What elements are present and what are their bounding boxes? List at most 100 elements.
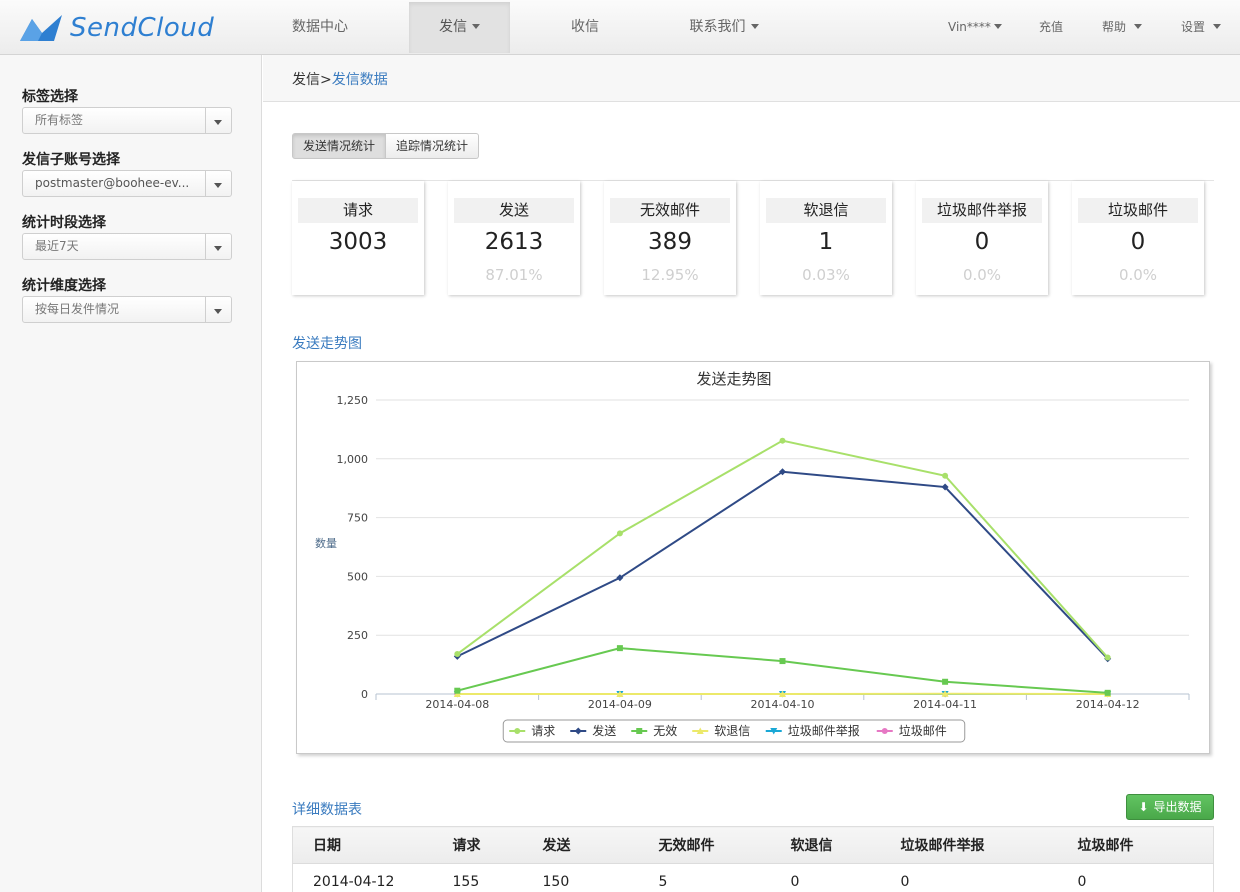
y-axis-label: 数量 (315, 537, 337, 550)
nav-label: 收信 (571, 19, 599, 35)
data-point (779, 658, 786, 665)
dropdown-toggle[interactable] (205, 108, 231, 133)
stat-value: 389 (648, 229, 692, 255)
col-spam[interactable]: 垃圾邮件 (1077, 826, 1214, 864)
dimension-select-value: 按每日发件情况 (35, 302, 120, 316)
tag-select-value: 所有标签 (35, 113, 84, 127)
legend-label: 垃圾邮件举报 (788, 723, 860, 738)
col-requests[interactable]: 请求 (452, 826, 543, 864)
settings-menu[interactable]: 设置 (1181, 2, 1222, 53)
cell-spam-reports: 0 (900, 874, 910, 890)
trend-chart-svg: 发送走势图 0 250 500 750 1,000 1,250 2014-04-08 2014… (315, 370, 1190, 743)
legend-label: 发送 (592, 723, 616, 738)
cell-invalid: 5 (658, 874, 668, 890)
x-tick-label: 2014-04-08 (425, 698, 489, 711)
period-select[interactable]: 最近7天 (22, 233, 232, 260)
stats-tab-group: 发送情况统计 追踪情况统计 (292, 133, 480, 159)
stat-label: 垃圾邮件 (1078, 198, 1198, 223)
legend-marker (881, 728, 888, 734)
stat-card-spam: 垃圾邮件 0 0.0% (1072, 181, 1204, 295)
filter-sidebar: 标签选择 所有标签 发信子账号选择 postmaster@boohee-ev..… (0, 55, 262, 892)
export-data-button[interactable]: ⬇ 导出数据 (1126, 794, 1214, 820)
series-line (457, 647, 1108, 694)
stat-percent: 0.03% (802, 266, 850, 284)
data-point (942, 472, 949, 479)
stat-value: 2613 (484, 229, 544, 255)
cell-spam: 0 (1077, 874, 1087, 890)
stat-value: 3003 (328, 229, 388, 255)
stat-label: 无效邮件 (610, 198, 730, 223)
chart-series (453, 437, 1112, 698)
data-point (942, 678, 949, 685)
trend-section-title: 发送走势图 (292, 336, 362, 352)
trend-chart: 发送走势图 0 250 500 750 1,000 1,250 2014-04-08 2014… (296, 361, 1210, 754)
stat-percent: 0.0% (962, 266, 1002, 284)
chevron-down-icon (993, 24, 1002, 29)
dimension-filter-label: 统计维度选择 (22, 278, 106, 294)
col-date[interactable]: 日期 (292, 826, 453, 864)
breadcrumb-separator: > (320, 72, 332, 88)
dropdown-toggle[interactable] (205, 171, 231, 196)
y-tick-label: 250 (347, 629, 368, 642)
chevron-down-icon (472, 23, 480, 29)
data-point (616, 530, 623, 537)
stat-label: 垃圾邮件举报 (922, 198, 1042, 223)
stat-percent: 12.95% (641, 266, 699, 284)
tag-select[interactable]: 所有标签 (22, 107, 232, 134)
stat-cards: 请求 3003 发送 2613 87.01% 无效邮件 389 12.95% 软… (292, 180, 1214, 295)
y-tick-label: 750 (347, 512, 368, 525)
chart-legend: 请求 发送 无效 软退信 垃圾邮件举报 垃圾邮件 (502, 719, 966, 743)
period-select-value: 最近7天 (35, 239, 79, 253)
dropdown-toggle[interactable] (205, 297, 231, 322)
stat-value: 1 (818, 229, 834, 255)
col-invalid[interactable]: 无效邮件 (658, 826, 791, 864)
breadcrumb-parent[interactable]: 发信 (292, 72, 320, 88)
help-menu[interactable]: 帮助 (1102, 2, 1143, 53)
subaccount-filter-label: 发信子账号选择 (22, 152, 120, 168)
table-header-row: 日期 请求 发送 无效邮件 软退信 垃圾邮件举报 垃圾邮件 (292, 826, 1214, 864)
stat-value: 0 (1130, 229, 1146, 255)
export-label: 导出数据 (1153, 800, 1202, 814)
cell-requests: 155 (452, 874, 480, 890)
y-tick-label: 0 (361, 688, 368, 701)
tab-send-stats[interactable]: 发送情况统计 (292, 133, 387, 159)
tab-tracking-stats[interactable]: 追踪情况统计 (386, 133, 480, 159)
col-soft-bounce[interactable]: 软退信 (790, 826, 901, 864)
breadcrumb-current[interactable]: 发信数据 (332, 72, 388, 88)
nav-send[interactable]: 发信 (409, 2, 510, 53)
user-name: Vin**** (948, 20, 991, 34)
stat-label: 请求 (298, 198, 418, 223)
stat-label: 发送 (454, 198, 574, 223)
user-menu[interactable]: Vin**** (948, 2, 1002, 53)
nav-contact[interactable]: 联系我们 (668, 2, 780, 53)
brand-logo[interactable]: SendCloud (18, 11, 214, 45)
nav-label: 联系我们 (689, 19, 746, 35)
dropdown-toggle[interactable] (205, 234, 231, 259)
stat-card-soft-bounce: 软退信 1 0.03% (760, 181, 892, 295)
nav-receive[interactable]: 收信 (530, 2, 640, 53)
data-point (616, 645, 623, 652)
recharge-link[interactable]: 充值 (1039, 2, 1063, 53)
top-navbar: SendCloud 数据中心 发信 收信 联系我们 Vin**** 充值 帮助 … (0, 0, 1240, 55)
nav-label: 数据中心 (292, 19, 348, 35)
stat-value: 0 (974, 229, 990, 255)
chevron-down-icon (214, 309, 222, 314)
stat-card-sent: 发送 2613 87.01% (448, 181, 580, 295)
dimension-select[interactable]: 按每日发件情况 (22, 296, 232, 323)
recharge-label: 充值 (1039, 20, 1064, 34)
brand-name: SendCloud (70, 13, 215, 43)
data-point (1104, 654, 1111, 661)
y-tick-label: 500 (347, 570, 368, 583)
col-sent[interactable]: 发送 (542, 826, 659, 864)
subaccount-select[interactable]: postmaster@boohee-ev... (22, 170, 232, 197)
table-row: 2014-04-12 155 150 5 0 0 0 (293, 864, 1214, 892)
breadcrumb: 发信>发信数据 (292, 69, 388, 89)
period-filter-label: 统计时段选择 (22, 215, 106, 231)
nav-data-center[interactable]: 数据中心 (262, 2, 378, 53)
x-tick-label: 2014-04-11 (913, 698, 977, 711)
x-tick-label: 2014-04-10 (751, 698, 815, 711)
data-point (454, 651, 461, 658)
legend-label: 请求 (531, 724, 555, 738)
detail-table: 日期 请求 发送 无效邮件 软退信 垃圾邮件举报 垃圾邮件 2014-04-12… (292, 826, 1214, 892)
col-spam-reports[interactable]: 垃圾邮件举报 (900, 826, 1078, 864)
